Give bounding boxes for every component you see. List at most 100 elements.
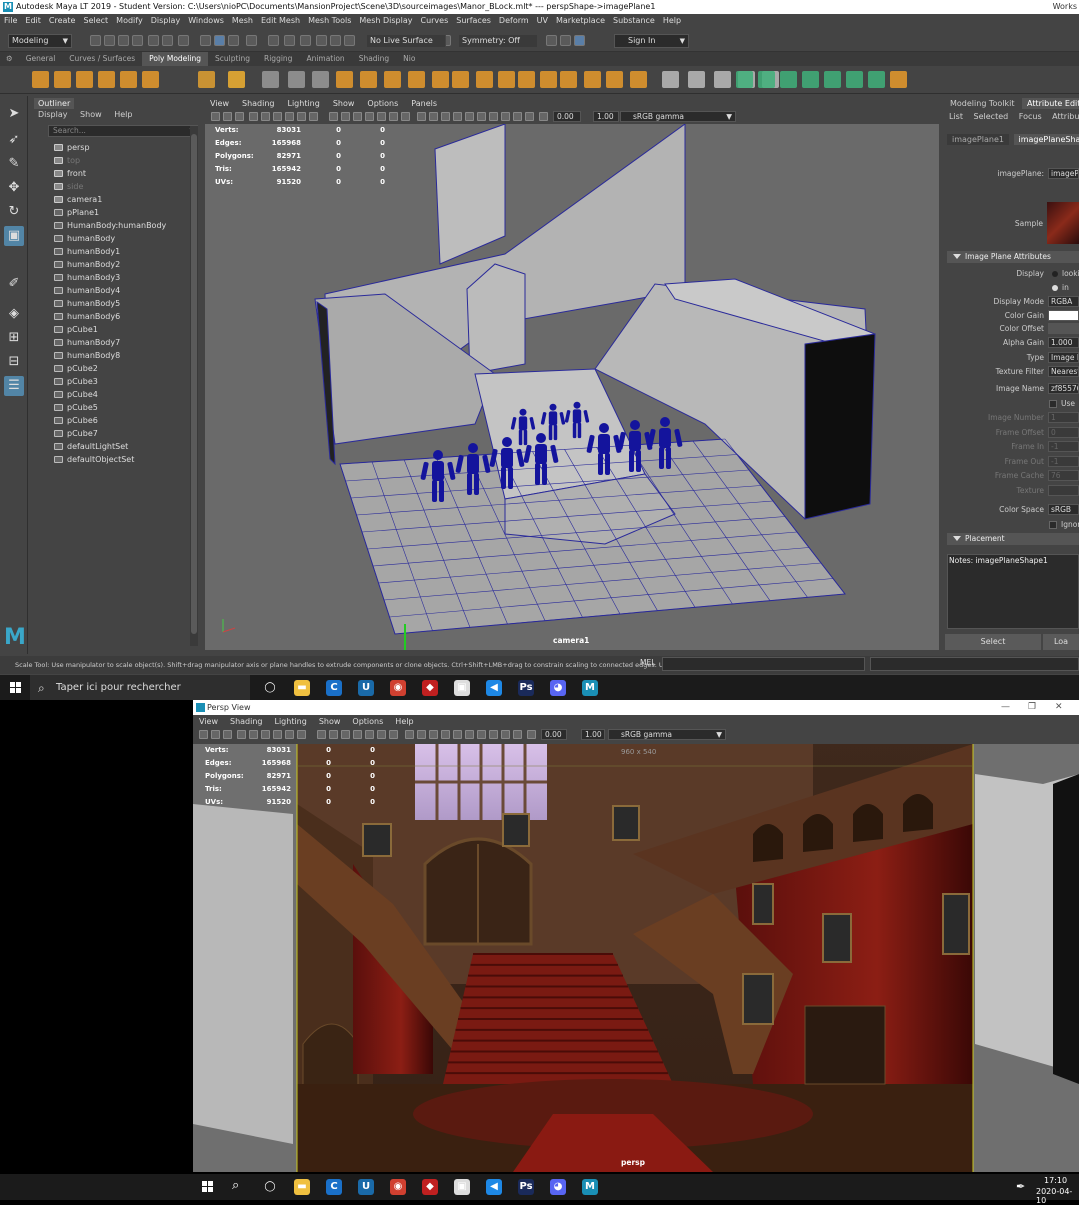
viewport-toggle-icon[interactable]: [501, 730, 510, 739]
menu-select[interactable]: Select: [79, 14, 112, 28]
viewport-toggle-icon[interactable]: [329, 112, 338, 121]
taskbar-app-icon[interactable]: ◕: [550, 1179, 566, 1195]
color-space-dropdown[interactable]: sRGB gamma ▼: [620, 111, 736, 122]
taskbar-app-icon[interactable]: ◀: [486, 680, 502, 696]
poly-tool-icon[interactable]: [890, 71, 907, 88]
select-button[interactable]: Select: [945, 634, 1041, 650]
imageplane-field[interactable]: imagePla: [1048, 168, 1079, 179]
menu-modify[interactable]: Modify: [112, 14, 147, 28]
panel-menu-show[interactable]: Show: [333, 98, 355, 109]
image-plane-attributes-header[interactable]: Image Plane Attributes: [947, 251, 1079, 263]
menu-list[interactable]: List: [949, 112, 963, 121]
taskbar-app-icon[interactable]: Ps: [518, 1179, 534, 1195]
outliner-layout-icon[interactable]: ☰: [4, 376, 24, 396]
menu-mesh[interactable]: Mesh: [228, 14, 257, 28]
viewport-toggle-icon[interactable]: [453, 730, 462, 739]
radio-looking[interactable]: [1052, 271, 1058, 277]
poly-tool-icon[interactable]: [758, 71, 775, 88]
shelf-tab-general[interactable]: General: [19, 52, 63, 66]
panel-menu-options[interactable]: Options: [367, 98, 398, 109]
taskbar-app-icon[interactable]: ◕: [550, 680, 566, 696]
viewport-toggle-icon[interactable]: [453, 112, 462, 121]
menu-selected[interactable]: Selected: [974, 112, 1009, 121]
viewport-toggle-icon[interactable]: [285, 730, 294, 739]
viewport-toggle-icon[interactable]: [429, 112, 438, 121]
viewport-toggle-icon[interactable]: [249, 730, 258, 739]
menu-uv[interactable]: UV: [533, 14, 552, 28]
attribute-field[interactable]: 1.000: [1048, 337, 1079, 348]
tab-modeling-toolkit[interactable]: Modeling Toolkit: [945, 98, 1019, 109]
taskbar-app-icon[interactable]: C: [326, 680, 342, 696]
status-line-tool-icon[interactable]: [214, 35, 225, 46]
viewport-toggle-icon[interactable]: [223, 112, 232, 121]
viewport-toggle-icon[interactable]: [389, 112, 398, 121]
poly-tool-icon[interactable]: [452, 71, 469, 88]
use-checkbox[interactable]: [1049, 400, 1057, 408]
poly-tool-icon[interactable]: [518, 71, 535, 88]
persp-viewport[interactable]: Verts:8303100Edges:16596800Polygons:8297…: [193, 744, 1079, 1172]
notes-textarea[interactable]: [947, 554, 1079, 629]
image-name-field[interactable]: zf855768: [1048, 383, 1079, 394]
poly-tool-icon[interactable]: [584, 71, 601, 88]
menu-attributes[interactable]: Attributes: [1052, 112, 1079, 121]
status-line-tool-icon[interactable]: [268, 35, 279, 46]
menu-file[interactable]: File: [0, 14, 21, 28]
live-surface-field[interactable]: No Live Surface: [366, 34, 446, 48]
status-line-tool-icon[interactable]: [132, 35, 143, 46]
poly-tool-icon[interactable]: [142, 71, 159, 88]
outliner-tab[interactable]: Outliner: [34, 98, 74, 109]
panel-menu-lighting[interactable]: Lighting: [274, 715, 306, 728]
taskbar-app-icon[interactable]: U: [358, 680, 374, 696]
poly-tool-icon[interactable]: [408, 71, 425, 88]
viewport-toggle-icon[interactable]: [365, 112, 374, 121]
viewport-toggle-icon[interactable]: [501, 112, 510, 121]
rotate-tool-icon[interactable]: ↻: [4, 202, 24, 222]
single-view-icon[interactable]: ◈: [4, 304, 24, 324]
viewport-toggle-icon[interactable]: [341, 112, 350, 121]
last-tool-icon[interactable]: ✐: [4, 274, 24, 294]
viewport-toggle-icon[interactable]: [477, 112, 486, 121]
lasso-tool-icon[interactable]: ➶: [4, 130, 24, 150]
poly-tool-icon[interactable]: [540, 71, 557, 88]
exposure-field[interactable]: 0.00: [541, 729, 567, 740]
viewport-toggle-icon[interactable]: [353, 730, 362, 739]
taskbar-app-icon[interactable]: M: [582, 680, 598, 696]
scale-tool-icon[interactable]: ▣: [4, 226, 24, 246]
color-space-dropdown[interactable]: sRGB gamma ▼: [608, 729, 726, 740]
poly-tool-icon[interactable]: [630, 71, 647, 88]
select-tool-icon[interactable]: ➤: [4, 104, 24, 124]
outliner-search-input[interactable]: Search... ▼: [48, 125, 198, 137]
viewport-toggle-icon[interactable]: [211, 730, 220, 739]
perspective-viewport[interactable]: Verts:8303100Edges:16596800Polygons:8297…: [205, 124, 939, 650]
taskbar-app-icon[interactable]: ◯: [262, 680, 278, 696]
viewport-toggle-icon[interactable]: [297, 112, 306, 121]
taskbar-app-icon[interactable]: ▬: [294, 1179, 310, 1195]
taskbar-app-icon[interactable]: ▣: [454, 1179, 470, 1195]
texture-filter-field[interactable]: Nearest: [1048, 366, 1079, 377]
status-line-tool-icon[interactable]: [330, 35, 341, 46]
panel-menu-shading[interactable]: Shading: [230, 715, 263, 728]
shelf-tab-animation[interactable]: Animation: [299, 52, 351, 66]
status-line-tool-icon[interactable]: [118, 35, 129, 46]
mel-label[interactable]: MEL: [640, 658, 655, 667]
ignore-checkbox[interactable]: [1049, 521, 1057, 529]
viewport-toggle-icon[interactable]: [465, 112, 474, 121]
viewport-toggle-icon[interactable]: [317, 730, 326, 739]
taskbar-app-icon[interactable]: C: [326, 1179, 342, 1195]
radio-in-all-views[interactable]: [1052, 285, 1058, 291]
four-view-icon[interactable]: ⊞: [4, 328, 24, 348]
clock-time[interactable]: 17:10: [1044, 1176, 1067, 1185]
viewport-toggle-icon[interactable]: [261, 730, 270, 739]
poly-tool-icon[interactable]: [846, 71, 863, 88]
panel-menu-help[interactable]: Help: [395, 715, 413, 728]
viewport-toggle-icon[interactable]: [223, 730, 232, 739]
status-line-tool-icon[interactable]: [228, 35, 239, 46]
status-line-tool-icon[interactable]: [104, 35, 115, 46]
close-icon[interactable]: ✕: [1055, 700, 1063, 715]
shelf-tab-sculpting[interactable]: Sculpting: [208, 52, 257, 66]
viewport-toggle-icon[interactable]: [285, 112, 294, 121]
status-line-tool-icon[interactable]: [344, 35, 355, 46]
status-line-tool-icon[interactable]: [148, 35, 159, 46]
panel-menu-show[interactable]: Show: [319, 715, 341, 728]
viewport-toggle-icon[interactable]: [235, 112, 244, 121]
